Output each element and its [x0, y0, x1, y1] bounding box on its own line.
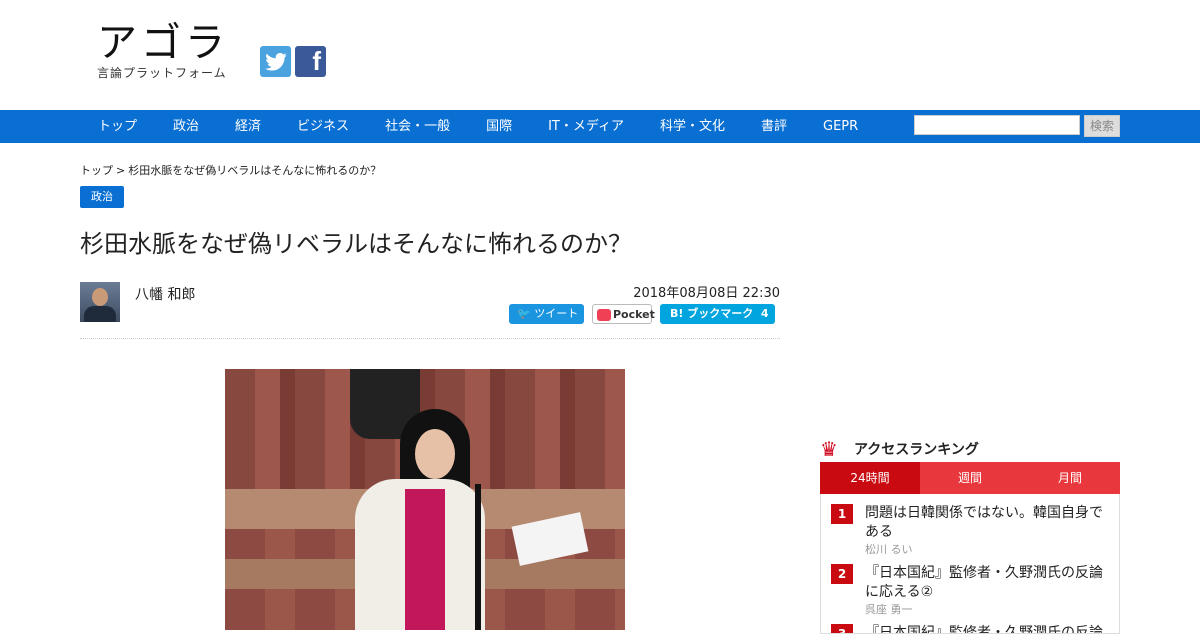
category-badge[interactable]: 政治	[80, 186, 124, 208]
tab-24h[interactable]: 24時間	[820, 462, 920, 494]
nav-item-politics[interactable]: 政治	[155, 110, 217, 143]
ranking-title: アクセスランキング	[854, 442, 979, 458]
article-photo	[225, 369, 625, 630]
twitter-icon[interactable]	[260, 46, 291, 77]
social-links: f	[260, 46, 326, 77]
ranking-list: 1 問題は日韓関係ではない。韓国自身である 松川 るい 2 『日本国紀』監修者・…	[820, 494, 1120, 634]
nav-item-economy[interactable]: 経済	[217, 110, 279, 143]
twitter-bird-icon: 🐦	[517, 307, 535, 320]
facebook-icon[interactable]: f	[295, 46, 326, 77]
rank-number: 2	[831, 564, 853, 584]
logo-subtitle: 言論プラットフォーム	[97, 66, 227, 80]
nav-item-gepr[interactable]: GEPR	[805, 110, 876, 143]
access-ranking: ♛ アクセスランキング 24時間 週間 月間 1 問題は日韓関係ではない。韓国自…	[820, 438, 1120, 634]
tab-monthly[interactable]: 月間	[1020, 462, 1120, 494]
breadcrumb-current: 杉田水脈をなぜ偽リベラルはそんなに怖れるのか？	[128, 164, 382, 177]
breadcrumb-home[interactable]: トップ	[80, 164, 113, 177]
ranking-tabs: 24時間 週間 月間	[820, 462, 1120, 494]
rank-title[interactable]: 『日本国紀』監修者・久野潤氏の反論	[865, 624, 1103, 633]
list-item[interactable]: 2 『日本国紀』監修者・久野潤氏の反論に応える② 呉座 勇一	[831, 564, 1109, 618]
logo-title: アゴラ	[97, 20, 229, 66]
tab-weekly[interactable]: 週間	[920, 462, 1020, 494]
nav-item-it-media[interactable]: IT・メディア	[530, 110, 642, 143]
article-title: 杉田水脈をなぜ偽リベラルはそんなに怖れるのか？	[80, 230, 632, 258]
hatena-bookmark-button[interactable]: B! ブックマーク 4	[660, 304, 775, 324]
author-avatar[interactable]	[80, 282, 120, 322]
rank-author: 松川 るい	[865, 543, 913, 556]
rank-number: 1	[831, 504, 853, 524]
nav-item-science-culture[interactable]: 科学・文化	[642, 110, 743, 143]
publish-date: 2018年08月08日 22:30	[633, 286, 780, 301]
nav-item-top[interactable]: トップ	[80, 110, 155, 143]
pocket-button[interactable]: Pocket	[592, 304, 655, 324]
list-item[interactable]: 3 『日本国紀』監修者・久野潤氏の反論	[831, 624, 1109, 633]
nav-item-international[interactable]: 国際	[468, 110, 530, 143]
rank-author: 呉座 勇一	[865, 603, 913, 616]
meta-divider	[80, 338, 780, 339]
list-item[interactable]: 1 問題は日韓関係ではない。韓国自身である 松川 るい	[831, 504, 1109, 558]
nav-item-business[interactable]: ビジネス	[279, 110, 367, 143]
breadcrumb-separator: >	[116, 164, 126, 177]
rank-title[interactable]: 『日本国紀』監修者・久野潤氏の反論に応える②	[865, 564, 1109, 602]
pocket-icon	[597, 309, 611, 321]
search-button[interactable]: 検索	[1084, 115, 1120, 137]
rank-title[interactable]: 問題は日韓関係ではない。韓国自身である	[865, 504, 1109, 542]
hatena-label: B! ブックマーク	[670, 307, 754, 320]
search-input[interactable]	[914, 115, 1080, 135]
site-logo[interactable]: アゴラ 言論プラットフォーム	[97, 22, 229, 81]
pocket-label: Pocket	[613, 308, 655, 321]
tweet-label: ツイート	[534, 307, 579, 320]
hatena-count: 4	[760, 307, 769, 320]
nav-item-society[interactable]: 社会・一般	[367, 110, 468, 143]
nav-item-book-review[interactable]: 書評	[743, 110, 805, 143]
rank-number: 3	[831, 624, 853, 633]
breadcrumb: トップ > 杉田水脈をなぜ偽リベラルはそんなに怖れるのか？	[80, 162, 381, 178]
author-name[interactable]: 八幡 和郎	[135, 284, 195, 304]
site-header: アゴラ 言論プラットフォーム f	[0, 0, 1200, 110]
crown-icon: ♛	[820, 437, 838, 461]
tweet-button[interactable]: 🐦 ツイート	[509, 304, 584, 324]
